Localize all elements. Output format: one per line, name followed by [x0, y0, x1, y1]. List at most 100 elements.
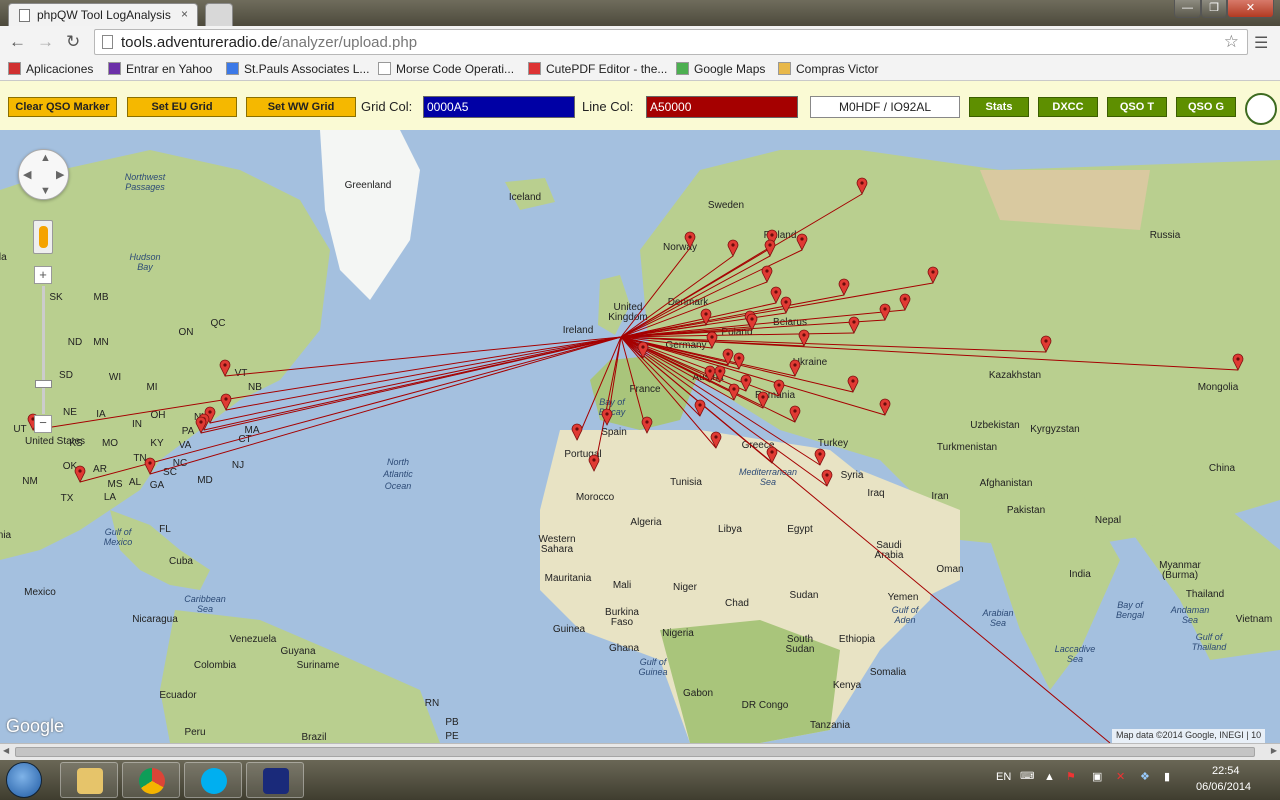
- qso-marker-dot: [750, 317, 754, 321]
- map-label-spain: Spain: [601, 427, 627, 438]
- qso-marker-dot: [802, 333, 806, 337]
- bookmark-label: Aplicaciones: [26, 62, 94, 76]
- map-label-mn: MN: [93, 337, 109, 348]
- file-explorer-icon[interactable]: [60, 762, 118, 798]
- map-label-libya: Libya: [718, 524, 742, 535]
- map-label-sd: SD: [59, 370, 73, 381]
- zoom-slider-thumb[interactable]: [35, 380, 52, 388]
- keyboard-icon[interactable]: ⌨: [1020, 771, 1034, 782]
- page-icon: [378, 62, 391, 75]
- dxcc-button[interactable]: DXCC: [1038, 97, 1098, 117]
- flag-alert-icon[interactable]: ⚑: [1066, 770, 1076, 783]
- chrome-icon[interactable]: [122, 762, 180, 798]
- qso-marker-icon[interactable]: [694, 399, 706, 417]
- pan-right-icon[interactable]: ▶: [56, 168, 64, 181]
- bookmark-star-icon[interactable]: ☆: [1224, 32, 1239, 52]
- central-america-land: [110, 510, 210, 590]
- tab-close-button[interactable]: ×: [181, 7, 188, 21]
- zoom-slider-track[interactable]: [42, 286, 45, 414]
- bookmark-label: Entrar en Yahoo: [126, 62, 213, 76]
- scroll-left-icon[interactable]: ◀: [3, 746, 9, 755]
- bookmark-1[interactable]: Entrar en Yahoo: [108, 62, 212, 76]
- tab-phpqw[interactable]: phpQW Tool LogAnalysis ×: [8, 3, 198, 26]
- clear-qso-marker-button[interactable]: Clear QSO Marker: [8, 97, 117, 117]
- pan-up-icon[interactable]: ▲: [40, 152, 51, 164]
- map-label-ethiopia: Ethiopia: [839, 634, 876, 645]
- stats-button[interactable]: Stats: [969, 97, 1029, 117]
- callsign-locator-field[interactable]: M0HDF / IO92AL: [810, 96, 960, 118]
- map-label-gulf_of_thailand: Gulf of Thailand: [1192, 632, 1228, 652]
- map-label-ut: UT: [13, 424, 26, 435]
- google-map[interactable]: Greenland Iceland Northwest Passages Hudson B…: [0, 130, 1280, 743]
- qso-t-button[interactable]: QSO T: [1107, 97, 1167, 117]
- clock-date[interactable]: 06/06/2014: [1196, 781, 1251, 793]
- minimize-button[interactable]: —: [1174, 0, 1201, 18]
- set-ww-grid-button[interactable]: Set WW Grid: [246, 97, 356, 117]
- yahoo-icon: [108, 62, 121, 75]
- street-view-pegman-icon[interactable]: [33, 220, 53, 254]
- qso-marker-dot: [1044, 339, 1048, 343]
- bookmark-3[interactable]: Morse Code Operati...: [378, 62, 514, 76]
- pan-control[interactable]: ▲ ▼ ◀ ▶: [18, 149, 69, 200]
- device-icon[interactable]: ▣: [1092, 770, 1102, 783]
- line-col-input[interactable]: A50000: [646, 96, 798, 118]
- menu-icon[interactable]: ☰: [1254, 33, 1268, 53]
- zoom-out-button[interactable]: −: [34, 415, 52, 433]
- bookmark-label: CutePDF Editor - the...: [546, 62, 668, 76]
- map-label-wi: WI: [109, 372, 121, 383]
- tray-expand-icon[interactable]: ▲: [1044, 771, 1055, 783]
- forward-arrow-icon[interactable]: →: [37, 32, 54, 52]
- grid-col-input[interactable]: 0000A5: [423, 96, 575, 118]
- close-window-button[interactable]: ✕: [1227, 0, 1274, 18]
- qso-marker-dot: [793, 409, 797, 413]
- network-icon[interactable]: ❖: [1140, 770, 1150, 783]
- map-label-md: MD: [197, 475, 213, 486]
- volume-muted-icon[interactable]: ✕: [1116, 770, 1125, 783]
- map-label-dr_congo: DR Congo: [742, 700, 789, 711]
- back-arrow-icon[interactable]: ←: [9, 32, 26, 52]
- pan-down-icon[interactable]: ▼: [40, 185, 51, 197]
- skype-icon[interactable]: [184, 762, 242, 798]
- map-label-myanmar: Myanmar (Burma): [1159, 560, 1201, 581]
- bookmark-4[interactable]: CutePDF Editor - the...: [528, 62, 667, 76]
- bookmark-5[interactable]: Google Maps: [676, 62, 765, 76]
- new-tab-button[interactable]: [205, 3, 233, 26]
- scrollbar-thumb[interactable]: [15, 747, 1255, 757]
- map-canvas[interactable]: GreenlandIcelandNorthwest PassagesHudson B…: [0, 130, 1280, 743]
- clock-time[interactable]: 22:54: [1212, 765, 1240, 777]
- horizontal-scrollbar[interactable]: ◀ ▶: [0, 743, 1280, 760]
- map-label-greenland: Greenland: [345, 180, 392, 191]
- maximize-button[interactable]: ❐: [1201, 0, 1227, 18]
- n1mm-icon[interactable]: [246, 762, 304, 798]
- greenland-land: [320, 130, 420, 300]
- bookmark-label: Google Maps: [694, 62, 766, 76]
- qso-marker-pin[interactable]: [694, 399, 706, 417]
- map-label-ar: AR: [93, 464, 107, 475]
- set-eu-grid-button[interactable]: Set EU Grid: [127, 97, 237, 117]
- qso-g-button[interactable]: QSO G: [1176, 97, 1236, 117]
- bookmark-6[interactable]: Compras Victor: [778, 62, 878, 76]
- page-icon: [19, 9, 30, 22]
- reload-icon[interactable]: ↻: [66, 32, 80, 52]
- bookmark-0[interactable]: Aplicaciones: [8, 62, 93, 76]
- pan-left-icon[interactable]: ◀: [23, 168, 31, 181]
- map-label-bay_of_bengal: Bay of Bengal: [1116, 600, 1145, 620]
- map-label-qc: QC: [211, 318, 226, 329]
- language-indicator[interactable]: EN: [996, 771, 1011, 783]
- map-label-northwest_passages: Northwest Passages: [125, 172, 166, 192]
- map-label-western_sahara: Western Sahara: [538, 534, 575, 555]
- address-bar[interactable]: tools.adventureradio.de/analyzer/upload.…: [94, 29, 1248, 55]
- bookmark-label: St.Pauls Associates L...: [244, 62, 370, 76]
- windows-taskbar: EN ⌨ ▲ ⚑ ▣ ✕ ❖ ▮ 22:54 06/06/2014: [0, 760, 1280, 800]
- windows-start-button[interactable]: [6, 762, 42, 798]
- scroll-right-icon[interactable]: ▶: [1271, 746, 1277, 755]
- map-label-iran: Iran: [931, 491, 948, 502]
- zoom-in-button[interactable]: +: [34, 266, 52, 284]
- map-label-tanzania: Tanzania: [810, 720, 850, 731]
- map-label-california: ornia: [0, 530, 12, 541]
- map-label-nd: ND: [68, 337, 82, 348]
- power-icon[interactable]: ▮: [1164, 770, 1170, 783]
- map-label-vietnam: Vietnam: [1236, 614, 1273, 625]
- bookmark-2[interactable]: St.Pauls Associates L...: [226, 62, 369, 76]
- map-label-fl: FL: [159, 524, 171, 535]
